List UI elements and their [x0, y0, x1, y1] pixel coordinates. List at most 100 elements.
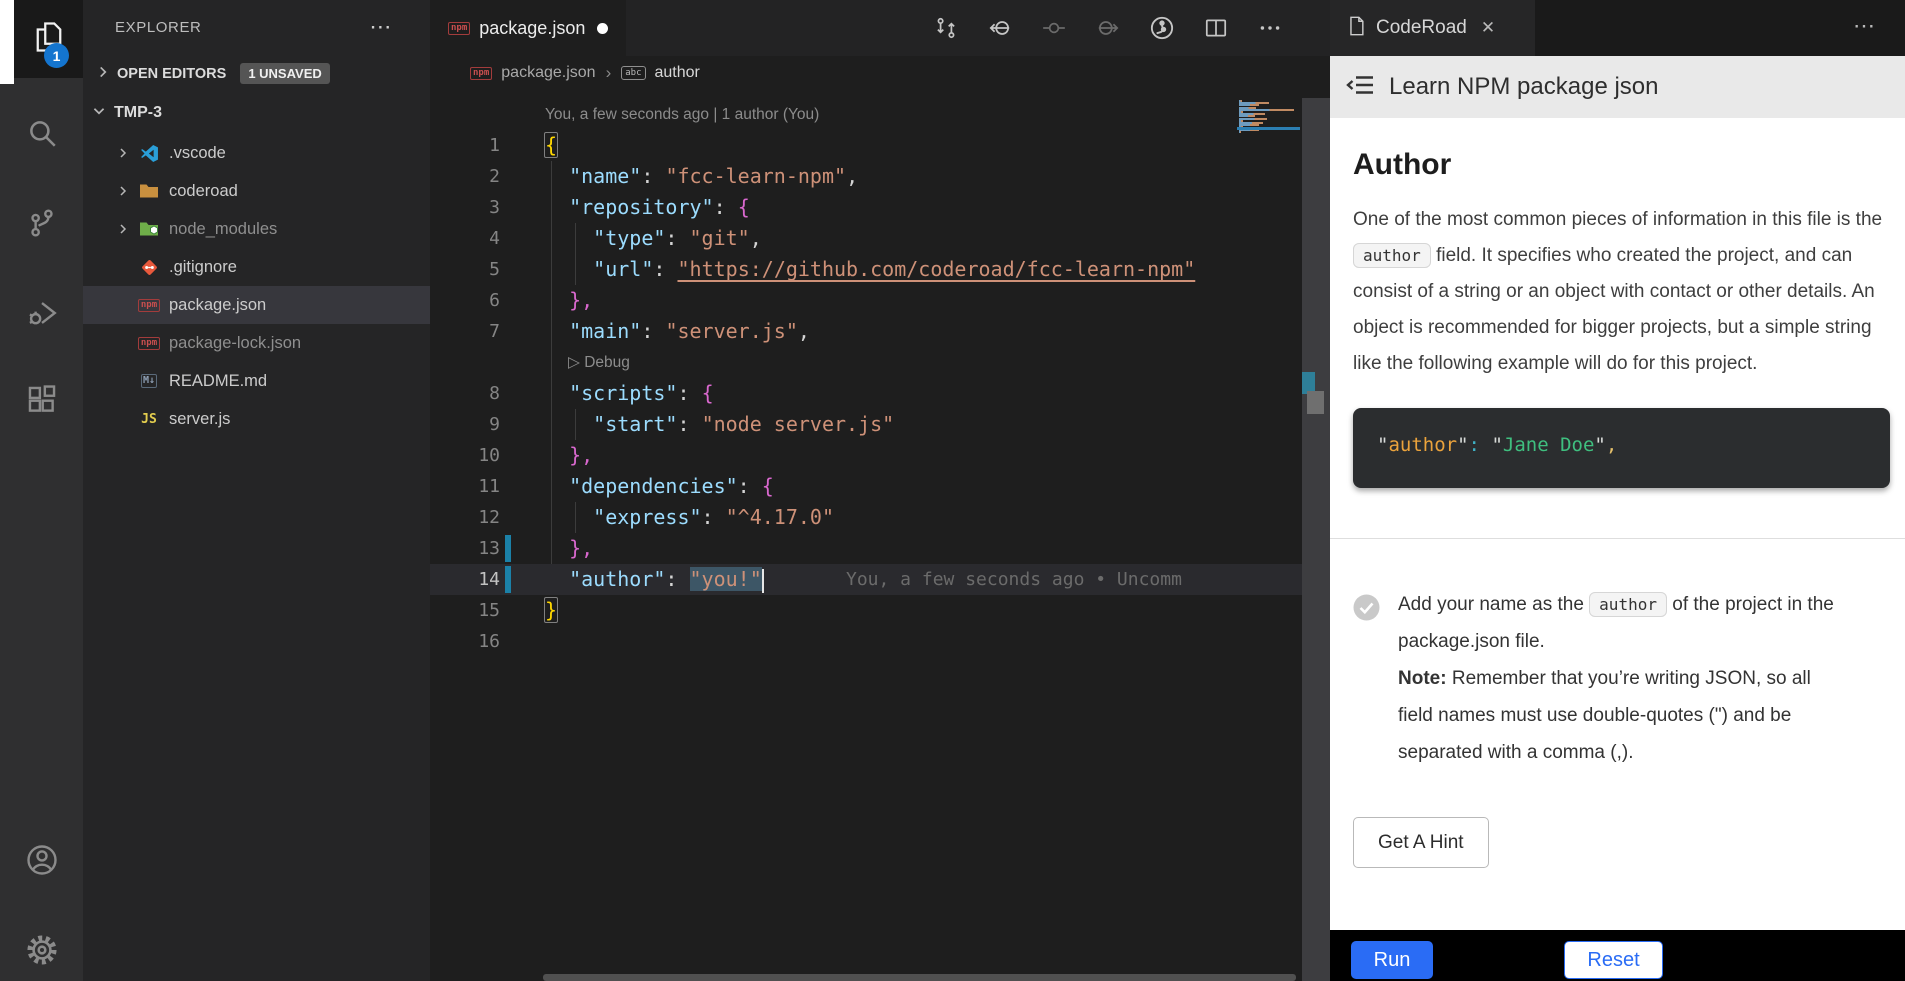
line-number: 4 [430, 228, 515, 249]
run-button[interactable]: Run [1351, 941, 1433, 979]
line-number: 8 [430, 383, 515, 404]
code-line-10[interactable]: 10 }, [430, 440, 1302, 471]
code-line-9[interactable]: 9 "start": "node server.js" [430, 409, 1302, 440]
line-content: "url": "https://github.com/coderoad/fcc-… [545, 254, 1195, 285]
horizontal-scrollbar[interactable] [543, 974, 1296, 981]
editor-toolbar [931, 13, 1285, 43]
search-icon[interactable] [0, 93, 83, 173]
code-line-13[interactable]: 13 }, [430, 533, 1302, 564]
symbol-kind-icon: abc [621, 66, 645, 80]
minimap[interactable] [1237, 100, 1297, 160]
inline-blame: You, a few seconds ago • Uncomm [846, 564, 1182, 595]
folder-orange-icon [138, 183, 160, 199]
tree-item--gitignore[interactable]: .gitignore [83, 248, 430, 286]
tab-package-json[interactable]: npm package.json [430, 0, 626, 56]
minimap-line [1239, 131, 1241, 133]
go-forward-icon[interactable] [1093, 13, 1123, 43]
npm-icon: npm [448, 22, 470, 35]
account-icon[interactable] [0, 820, 83, 900]
code-line-16[interactable]: 16 [430, 626, 1302, 657]
divider [1330, 538, 1905, 539]
open-editors-section[interactable]: OPEN EDITORS 1 UNSAVED [83, 55, 430, 92]
code-line-15[interactable]: 15} [430, 595, 1302, 626]
coderoad-panel: CodeRoad ✕ ⋯ Learn NPM package json Auth… [1330, 0, 1905, 981]
unsaved-dot-icon[interactable] [597, 23, 608, 34]
close-icon[interactable]: ✕ [1481, 18, 1495, 38]
tree-item-coderoad[interactable]: coderoad [83, 172, 430, 210]
tree-root-folder[interactable]: TMP-3 [83, 92, 430, 134]
code-example: "author": "Jane Doe", [1353, 408, 1890, 488]
code-line-3[interactable]: 3 "repository": { [430, 192, 1302, 223]
overview-ruler-cursor-mark [1307, 391, 1324, 414]
tree-item--vscode[interactable]: .vscode [83, 134, 430, 172]
source-control-icon[interactable] [0, 183, 83, 263]
line-content: "scripts": { [545, 378, 714, 409]
line-number: 6 [430, 290, 515, 311]
code-line-2[interactable]: 2 "name": "fcc-learn-npm", [430, 161, 1302, 192]
tree-item-package-json[interactable]: npmpackage.json [83, 286, 430, 324]
settings-gear-icon[interactable] [0, 910, 83, 981]
codelens-debug[interactable]: ▷ Debug [568, 353, 630, 372]
code-line-7[interactable]: 7 "main": "server.js", [430, 316, 1302, 347]
line-content: "author": "you!" [545, 564, 764, 595]
tab-coderoad[interactable]: CodeRoad ✕ [1330, 0, 1535, 56]
lesson-content: Author One of the most common pieces of … [1330, 118, 1905, 930]
js-icon: JS [138, 412, 160, 427]
more-actions-icon[interactable] [1255, 13, 1285, 43]
panel-tab-bar: CodeRoad ✕ ⋯ [1330, 0, 1905, 56]
file-label: server.js [169, 410, 230, 429]
run-debug-icon[interactable] [0, 273, 83, 353]
line-content: "express": "^4.17.0" [545, 502, 834, 533]
split-editor-icon[interactable] [1201, 13, 1231, 43]
explorer-activity-button[interactable]: 1 [14, 0, 83, 78]
code-editor[interactable]: You, a few seconds ago | 1 author (You) 1… [430, 99, 1302, 657]
collapse-menu-icon[interactable] [1346, 72, 1376, 103]
line-number: 5 [430, 259, 515, 280]
tree-item-readme-md[interactable]: M↓ README.md [83, 362, 430, 400]
code-line-11[interactable]: 11 "dependencies": { [430, 471, 1302, 502]
line-content: "dependencies": { [545, 471, 774, 502]
panel-footer: Run Reset [1330, 930, 1905, 981]
file-label: README.md [169, 372, 267, 391]
minimap-current-line [1237, 127, 1300, 130]
code-line-8[interactable]: 8 "scripts": { [430, 378, 1302, 409]
line-number: 14 [430, 569, 515, 590]
tree-item-package-lock-json[interactable]: npmpackage-lock.json [83, 324, 430, 362]
record-icon[interactable] [1039, 13, 1069, 43]
code-line-6[interactable]: 6 }, [430, 285, 1302, 316]
line-content: "start": "node server.js" [545, 409, 894, 440]
md-icon: M↓ [138, 374, 160, 388]
breadcrumb-symbol[interactable]: author [655, 64, 700, 82]
file-label: .vscode [169, 144, 226, 163]
reset-button[interactable]: Reset [1564, 941, 1663, 979]
line-number: 11 [430, 476, 515, 497]
extensions-icon[interactable] [0, 360, 83, 440]
code-line-4[interactable]: 4 "type": "git", [430, 223, 1302, 254]
lesson-header: Learn NPM package json [1330, 56, 1905, 118]
tree-item-node-modules[interactable]: node_modules [83, 210, 430, 248]
file-label: node_modules [169, 220, 277, 239]
run-tutorial-icon[interactable] [1147, 13, 1177, 43]
code-line-5[interactable]: 5 "url": "https://github.com/coderoad/fc… [430, 254, 1302, 285]
editor-tab-bar: npm package.json [430, 0, 1330, 56]
chevron-right-icon [116, 146, 130, 160]
line-number: 9 [430, 414, 515, 435]
line-content: "repository": { [545, 192, 750, 223]
get-a-hint-button[interactable]: Get A Hint [1353, 817, 1489, 868]
task-text: Add your name as the author of the proje… [1398, 586, 1850, 771]
code-line-14[interactable]: 14 "author": "you!" You, a few seconds ag… [430, 564, 1302, 595]
line-content: { [545, 130, 557, 161]
tree-item-server-js[interactable]: JS server.js [83, 400, 430, 438]
code-line-1[interactable]: 1{ [430, 130, 1302, 161]
explorer-more-actions-icon[interactable]: ⋯ [369, 14, 392, 40]
line-content: "name": "fcc-learn-npm", [545, 161, 858, 192]
editor-scrollbar[interactable] [1302, 98, 1330, 981]
panel-more-actions-icon[interactable]: ⋯ [1853, 13, 1875, 39]
explorer-title: EXPLORER [115, 19, 202, 36]
code-line-12[interactable]: 12 "express": "^4.17.0" [430, 502, 1302, 533]
breadcrumb-file[interactable]: package.json [501, 64, 595, 82]
unsaved-count-badge: 1 [44, 43, 69, 68]
open-changes-icon[interactable] [931, 13, 961, 43]
go-back-icon[interactable] [985, 13, 1015, 43]
codelens-blame[interactable]: You, a few seconds ago | 1 author (You) [545, 106, 819, 124]
